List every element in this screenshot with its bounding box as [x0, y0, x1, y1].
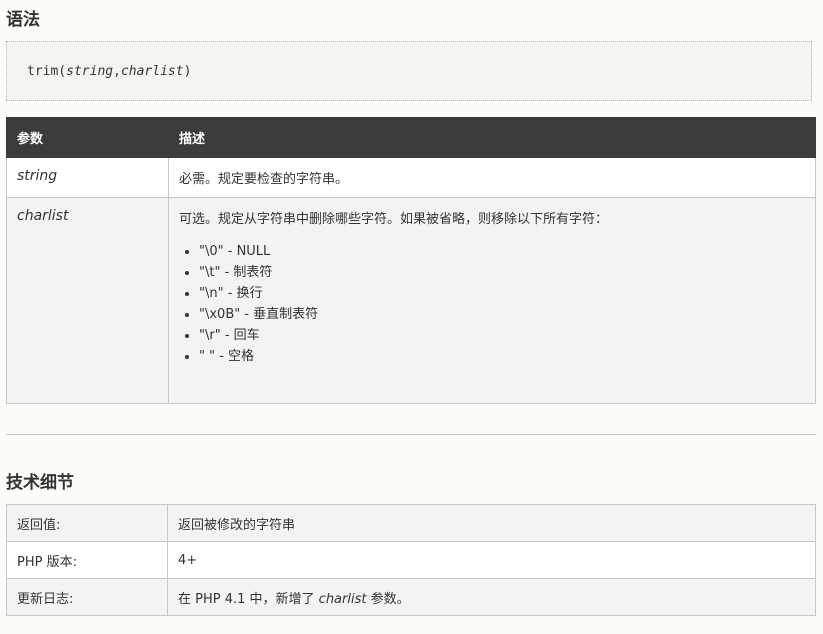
- list-item: "\n" - 换行: [199, 283, 805, 304]
- tech-value: 返回被修改的字符串: [167, 504, 816, 542]
- tech-value: 4+: [167, 541, 816, 579]
- list-item: "\r" - 回车: [199, 325, 805, 346]
- param-name: string: [6, 157, 169, 198]
- tech-label: PHP 版本:: [6, 541, 168, 579]
- tech-value: 在 PHP 4.1 中，新增了 charlist 参数。: [167, 578, 816, 616]
- list-item: "\x0B" - 垂直制表符: [199, 304, 805, 325]
- table-row: 返回值: 返回被修改的字符串: [6, 504, 816, 542]
- changelog-text: 在 PHP 4.1 中，新增了: [178, 591, 319, 607]
- table-row: PHP 版本: 4+: [6, 541, 816, 579]
- tech-label: 更新日志:: [6, 578, 168, 616]
- tech-details-heading: 技术细节: [6, 473, 74, 493]
- syntax-code: trim(string,charlist): [27, 64, 191, 79]
- tech-details-table: 返回值: 返回被修改的字符串 PHP 版本: 4+ 更新日志: 在 PHP 4.…: [6, 504, 816, 616]
- header-param: 参数: [6, 117, 169, 158]
- code-close: ): [183, 64, 192, 79]
- syntax-heading: 语法: [6, 10, 40, 30]
- param-desc: 必需。规定要检查的字符串。: [168, 157, 816, 198]
- param-desc: 可选。规定从字符串中删除哪些字符。如果被省略，则移除以下所有字符：: [179, 212, 609, 227]
- list-item: "\t" - 制表符: [199, 262, 805, 283]
- code-comma: ,: [113, 64, 121, 79]
- tech-label: 返回值:: [6, 504, 168, 542]
- param-name: charlist: [6, 197, 169, 404]
- table-row: 更新日志: 在 PHP 4.1 中，新增了 charlist 参数。: [6, 578, 816, 616]
- header-desc: 描述: [168, 117, 816, 158]
- charlist-list: "\0" - NULL "\t" - 制表符 "\n" - 换行 "\x0B" …: [179, 241, 805, 367]
- table-row: string 必需。规定要检查的字符串。: [6, 157, 816, 198]
- list-item: " " - 空格: [199, 346, 805, 367]
- table-row: charlist 可选。规定从字符串中删除哪些字符。如果被省略，则移除以下所有字…: [6, 197, 816, 404]
- syntax-code-block: trim(string,charlist): [6, 41, 812, 101]
- section-divider: [6, 434, 816, 435]
- changelog-text-end: 参数。: [366, 591, 410, 607]
- code-arg-string: string: [66, 64, 114, 79]
- param-desc-cell: 可选。规定从字符串中删除哪些字符。如果被省略，则移除以下所有字符： "\0" -…: [168, 197, 816, 404]
- table-header-row: 参数 描述: [6, 117, 816, 158]
- parameters-table: 参数 描述 string 必需。规定要检查的字符串。 charlist 可选。规…: [6, 117, 816, 404]
- code-arg-charlist: charlist: [120, 64, 184, 79]
- changelog-param: charlist: [318, 591, 367, 607]
- list-item: "\0" - NULL: [199, 241, 805, 262]
- code-function: trim(: [27, 64, 67, 79]
